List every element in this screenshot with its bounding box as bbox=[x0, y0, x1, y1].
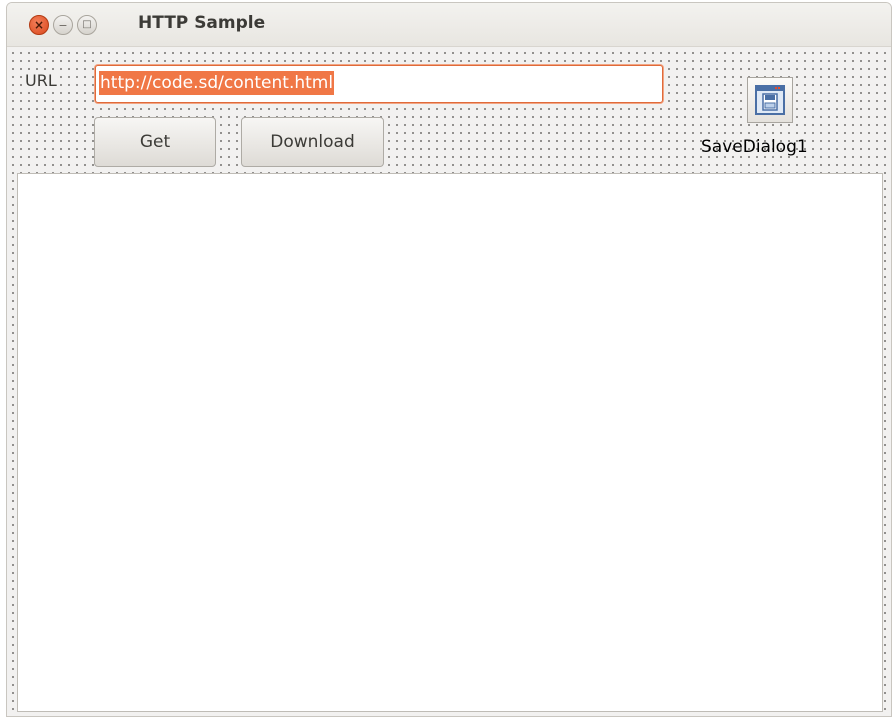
close-icon: × bbox=[33, 18, 45, 32]
window-title: HTTP Sample bbox=[138, 13, 266, 33]
get-button[interactable]: Get bbox=[94, 117, 216, 167]
close-window-button[interactable]: × bbox=[29, 15, 49, 35]
maximize-window-button[interactable]: □ bbox=[77, 15, 97, 35]
download-button[interactable]: Download bbox=[241, 117, 384, 167]
title-bar[interactable]: × − □ HTTP Sample bbox=[7, 3, 891, 47]
url-label: URL bbox=[23, 71, 59, 90]
url-input-value: http://code.sd/content.html bbox=[99, 71, 335, 95]
form-designer-canvas[interactable]: URL http://code.sd/content.html Get Down… bbox=[7, 47, 891, 716]
save-dialog-icon bbox=[755, 85, 785, 115]
save-dialog-label: SaveDialog1 bbox=[701, 137, 808, 157]
minimize-window-button[interactable]: − bbox=[53, 15, 73, 35]
save-dialog-component[interactable] bbox=[747, 77, 793, 123]
url-input[interactable]: http://code.sd/content.html bbox=[95, 65, 663, 103]
application-window: × − □ HTTP Sample URL http://code.sd/con… bbox=[6, 2, 892, 717]
minimize-icon: − bbox=[58, 18, 68, 32]
maximize-icon: □ bbox=[82, 19, 92, 30]
content-memo[interactable] bbox=[17, 173, 883, 712]
